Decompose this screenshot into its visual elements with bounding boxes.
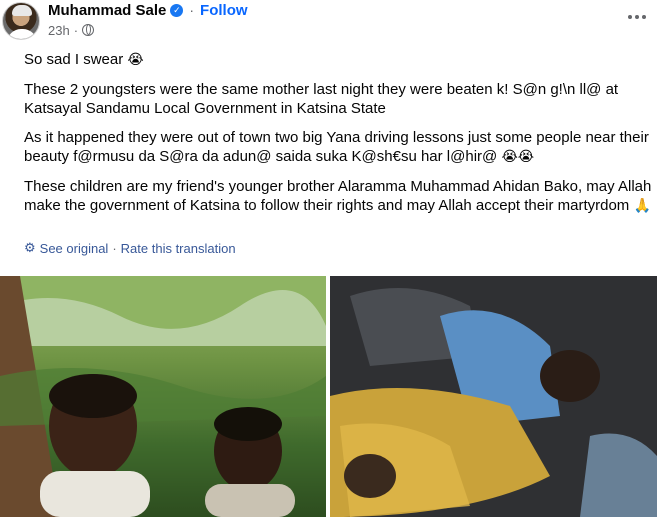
gear-icon: ⚙ (24, 240, 36, 256)
photo-two-boys-selfie[interactable] (0, 276, 326, 517)
paragraph-text: These children are my friend's younger b… (24, 177, 652, 215)
post-timestamp[interactable]: 23h (48, 23, 70, 38)
selfie-illustration (0, 276, 326, 517)
more-dot (635, 15, 639, 19)
post-meta: 23h · (48, 22, 95, 38)
post-header: Muhammad Sale ✓ · Follow 23h · (0, 0, 657, 44)
post-paragraph-4: These children are my friend's younger b… (24, 177, 652, 217)
visibility-separator: · (73, 22, 79, 38)
post-paragraph-3: As it happened they were out of town two… (24, 128, 652, 168)
author-name[interactable]: Muhammad Sale (48, 2, 166, 19)
author-row: Muhammad Sale ✓ · Follow (48, 0, 248, 20)
post-paragraph-1: So sad I swear 😭 (24, 50, 652, 71)
praying-hands-emoji-icon: 🙏 (633, 198, 651, 214)
paragraph-text: As it happened they were out of town two… (24, 128, 649, 166)
globe-icon (82, 24, 95, 36)
post-paragraph-2: These 2 youngsters were the same mother … (24, 80, 619, 118)
avatar[interactable] (2, 2, 40, 40)
see-original-link[interactable]: See original (40, 241, 109, 256)
avatar-shirt (7, 29, 37, 39)
follow-button[interactable]: Follow (200, 2, 248, 19)
more-dot (628, 15, 632, 19)
verified-badge-icon: ✓ (170, 3, 184, 17)
avatar-cap (12, 5, 32, 16)
post-body: So sad I swear 😭 These 2 youngsters were… (24, 50, 652, 226)
photo-grid (0, 276, 657, 517)
more-dot (642, 15, 646, 19)
follow-separator: · (189, 2, 195, 18)
crying-emoji-icon: 😭 (127, 52, 144, 68)
night-scene-illustration (330, 276, 657, 517)
more-options-icon[interactable] (626, 6, 648, 28)
rate-translation-link[interactable]: Rate this translation (121, 241, 236, 256)
translation-separator: · (112, 240, 117, 256)
crying-emoji-icon: 😭😭 (501, 149, 535, 165)
photo-victims-on-ground[interactable] (330, 276, 657, 517)
paragraph-text: So sad I swear (24, 51, 124, 68)
translation-bar: ⚙ See original · Rate this translation (24, 240, 236, 256)
